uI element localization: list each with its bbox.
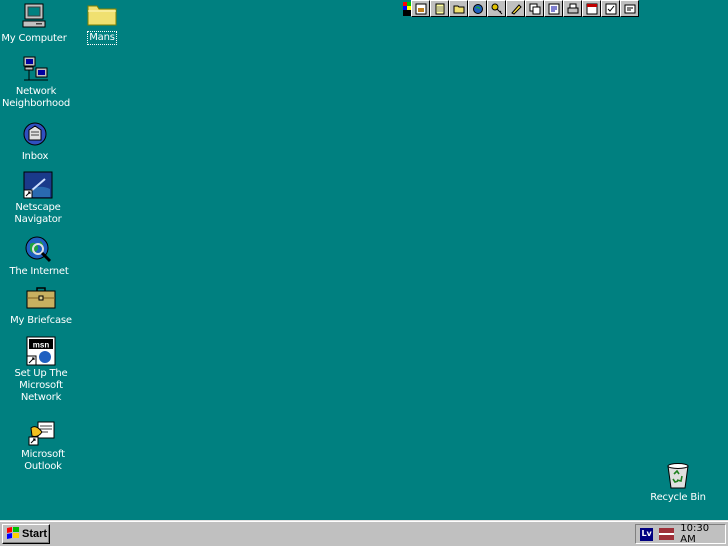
desktop-icon-microsoft-outlook[interactable]: Microsoft Outlook — [6, 418, 80, 473]
network-icon — [20, 55, 52, 83]
desktop-icon-setup-msn[interactable]: msn Set Up The Microsoft Network — [4, 336, 78, 404]
netscape-icon — [22, 171, 54, 199]
desktop-icon-my-computer[interactable]: My Computer — [0, 2, 71, 45]
desktop-icon-recycle-bin[interactable]: Recycle Bin — [641, 461, 715, 504]
taskbar: Start Lv 10:30 AM — [0, 520, 728, 546]
desktop: My Computer Network Neighborhood Inbox N… — [0, 0, 728, 520]
desktop-icon-label: Inbox — [21, 151, 49, 162]
inbox-icon — [19, 120, 51, 148]
language-indicator[interactable]: Lv — [640, 527, 654, 541]
desktop-icon-label: Netscape Navigator — [14, 202, 62, 225]
contact-icon[interactable] — [620, 0, 639, 17]
msn-icon: msn — [25, 336, 57, 366]
desktop-icon-the-internet[interactable]: The Internet — [2, 235, 76, 278]
desktop-icon-label: Microsoft Outlook — [21, 449, 65, 472]
desktop-icon-inbox[interactable]: Inbox — [0, 120, 72, 163]
office-shortcut-bar — [403, 0, 639, 17]
office-logo-icon[interactable] — [403, 0, 411, 17]
calendar-icon[interactable] — [582, 0, 601, 17]
notes-icon[interactable] — [506, 0, 525, 17]
desktop-icon-label: Set Up The Microsoft Network — [14, 368, 68, 403]
internet-icon — [23, 235, 55, 263]
copy-icon[interactable] — [525, 0, 544, 17]
desktop-icon-netscape-navigator[interactable]: Netscape Navigator — [1, 171, 75, 226]
word-icon[interactable] — [544, 0, 563, 17]
latvia-flag-icon[interactable] — [659, 528, 675, 540]
system-tray: Lv 10:30 AM — [635, 523, 726, 545]
desktop-icon-network-neighborhood[interactable]: Network Neighborhood — [0, 55, 73, 110]
folder-icon — [86, 0, 118, 28]
desktop-icon-label: Mans — [87, 31, 117, 45]
print-icon[interactable] — [563, 0, 582, 17]
desktop-icon-mans-folder[interactable]: Mans — [65, 0, 139, 45]
key-icon[interactable] — [487, 0, 506, 17]
desktop-icon-label: My Briefcase — [10, 315, 72, 326]
desktop-icon-label: Network Neighborhood — [1, 86, 71, 109]
desktop-icon-label: Recycle Bin — [650, 492, 706, 503]
start-label: Start — [22, 528, 48, 540]
search-icon[interactable] — [468, 0, 487, 17]
new-document-icon[interactable] — [411, 0, 430, 17]
clock[interactable]: 10:30 AM — [680, 523, 725, 545]
start-button[interactable]: Start — [2, 524, 50, 544]
desktop-icon-label: The Internet — [9, 266, 69, 277]
task-icon[interactable] — [601, 0, 620, 17]
desktop-icon-label: My Computer — [1, 33, 67, 44]
windows-logo-icon — [6, 526, 20, 542]
desktop-icon-my-briefcase[interactable]: My Briefcase — [4, 284, 78, 327]
outlook-icon — [27, 418, 59, 446]
recycle-bin-icon — [662, 461, 694, 489]
open-folder-icon[interactable] — [449, 0, 468, 17]
svg-text:msn: msn — [33, 341, 50, 350]
new-note-icon[interactable] — [430, 0, 449, 17]
my-computer-icon — [18, 2, 50, 30]
briefcase-icon — [25, 284, 57, 312]
